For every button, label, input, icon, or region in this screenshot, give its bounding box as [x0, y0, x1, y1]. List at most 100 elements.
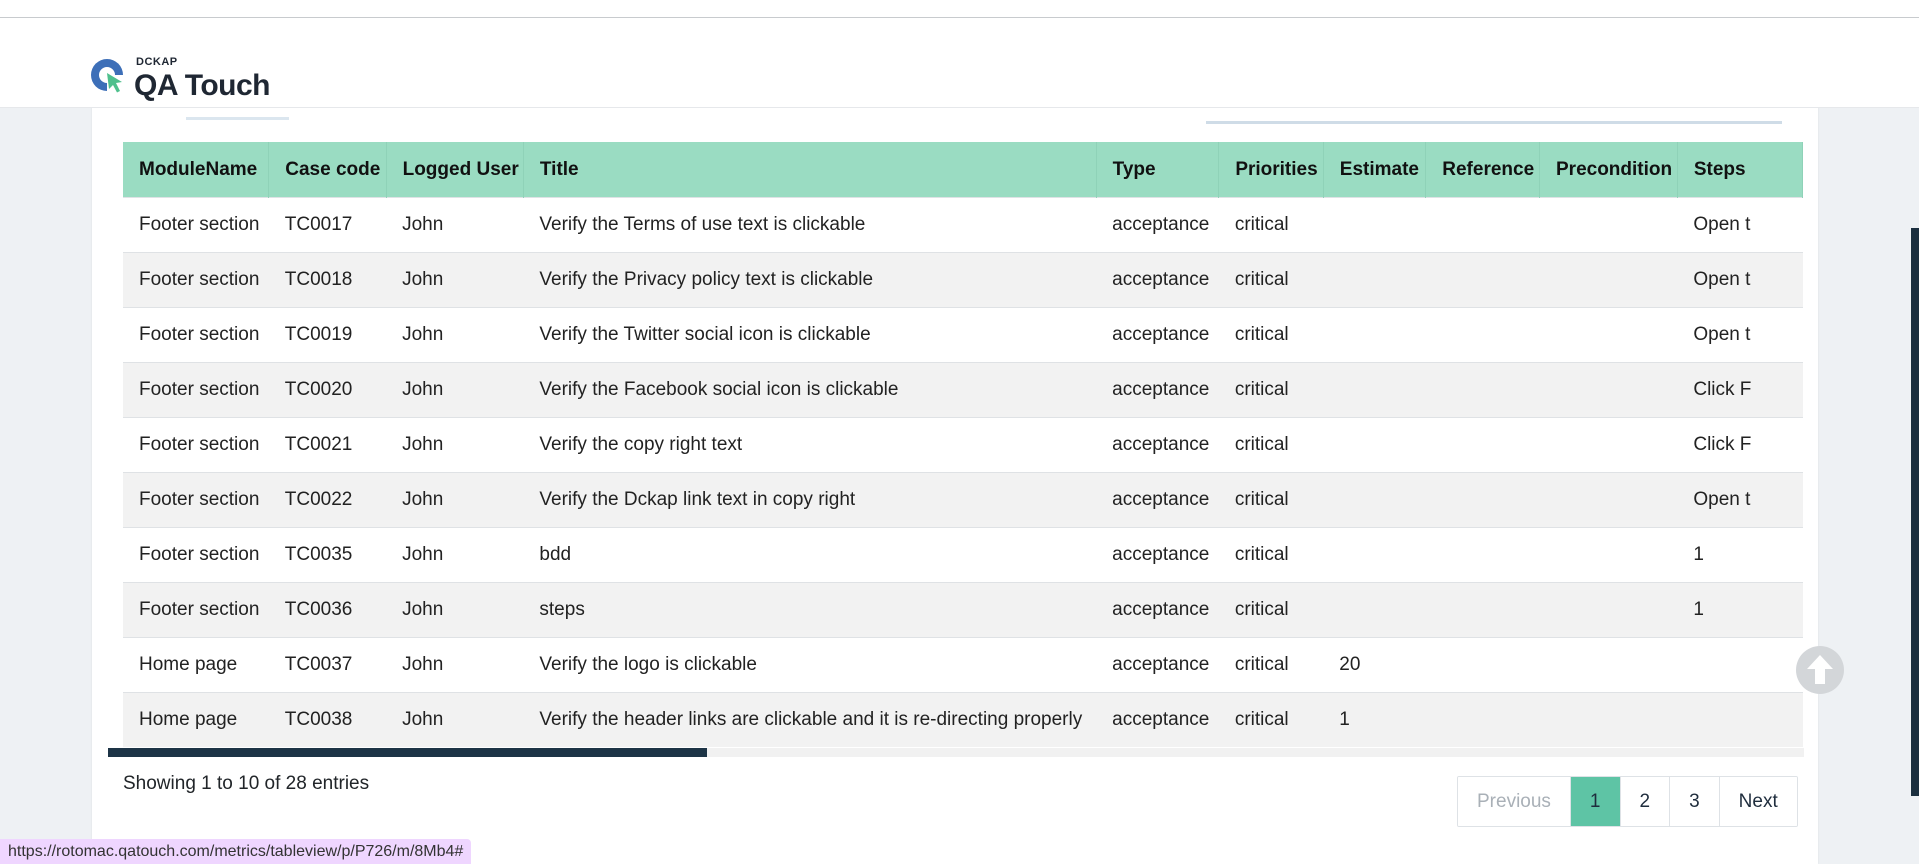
- app-header: DCKAP QA Touch: [0, 18, 1919, 108]
- table-cell: Footer section: [123, 417, 269, 473]
- vertical-scrollbar-thumb[interactable]: [1911, 228, 1919, 796]
- table-cell: John: [386, 637, 524, 693]
- table-cell: TC0019: [268, 307, 387, 363]
- qatouch-logo-icon: [91, 59, 124, 93]
- scroll-to-top-button[interactable]: [1796, 646, 1844, 694]
- table-cell: Footer section: [123, 582, 269, 638]
- table-cell: Verify the Privacy policy text is clicka…: [523, 252, 1097, 308]
- table-cell: Footer section: [123, 197, 269, 253]
- horizontal-scrollbar[interactable]: [108, 748, 1804, 757]
- table-cell: critical: [1218, 472, 1324, 528]
- table-cell: [1323, 472, 1426, 528]
- table-cell: Footer section: [123, 252, 269, 308]
- table-cell: acceptance: [1096, 362, 1219, 418]
- test-case-table: ModuleName Case code Logged User Title T…: [123, 142, 1803, 747]
- table-cell: [1425, 527, 1540, 583]
- table-row[interactable]: Footer section TC0017 John Verify the Terms…: [123, 197, 1803, 253]
- table-row[interactable]: Home page TC0038 John Verify the header lin…: [123, 692, 1803, 747]
- table-cell: 1: [1323, 692, 1426, 747]
- table-row[interactable]: Footer section TC0018 John Verify the Priva…: [123, 252, 1803, 308]
- table-cell: [1539, 252, 1678, 308]
- table-cell: critical: [1218, 582, 1324, 638]
- table-cell: John: [386, 472, 524, 528]
- table-cell: [1425, 472, 1540, 528]
- horizontal-scrollbar-thumb[interactable]: [108, 748, 707, 757]
- active-tab-indicator: [186, 117, 289, 120]
- column-header[interactable]: Reference: [1425, 142, 1540, 198]
- table-cell: TC0018: [268, 252, 387, 308]
- table-cell: [1539, 362, 1678, 418]
- column-header[interactable]: Estimate: [1323, 142, 1427, 198]
- table-cell: Verify the Terms of use text is clickabl…: [523, 197, 1097, 253]
- table-cell: [1323, 582, 1426, 638]
- column-header[interactable]: Priorities: [1218, 142, 1324, 198]
- table-header-row: ModuleName Case code Logged User Title T…: [123, 142, 1803, 198]
- table-cell: [1425, 582, 1540, 638]
- table-cell: 1: [1677, 527, 1803, 583]
- table-cell: critical: [1218, 417, 1324, 473]
- table-cell: John: [386, 527, 524, 583]
- table-row[interactable]: Footer section TC0036 John steps acceptance c…: [123, 582, 1803, 638]
- table-cell: [1539, 197, 1678, 253]
- status-bar-url: https://rotomac.qatouch.com/metrics/tabl…: [0, 839, 472, 864]
- table-cell: [1677, 692, 1803, 747]
- column-header[interactable]: Title: [523, 142, 1097, 198]
- table-cell: Footer section: [123, 472, 269, 528]
- table-row[interactable]: Footer section TC0035 John bdd acceptance cri…: [123, 527, 1803, 583]
- table-cell: [1539, 472, 1678, 528]
- page-2-button[interactable]: 2: [1619, 777, 1670, 826]
- table-cell: TC0035: [268, 527, 387, 583]
- table-cell: [1539, 582, 1678, 638]
- table-cell: Footer section: [123, 307, 269, 363]
- table-cell: John: [386, 582, 524, 638]
- table-cell: Footer section: [123, 362, 269, 418]
- table-cell: acceptance: [1096, 307, 1219, 363]
- table-cell: [1425, 197, 1540, 253]
- table-cell: acceptance: [1096, 637, 1219, 693]
- table-cell: TC0037: [268, 637, 387, 693]
- column-header[interactable]: ModuleName: [123, 142, 270, 198]
- column-header[interactable]: Logged User: [386, 142, 524, 198]
- column-header[interactable]: Steps: [1677, 142, 1803, 198]
- search-field-underline: [1206, 121, 1782, 124]
- table-cell: Verify the Facebook social icon is click…: [523, 362, 1097, 418]
- table-cell: TC0036: [268, 582, 387, 638]
- table-cell: critical: [1218, 527, 1324, 583]
- table-row[interactable]: Footer section TC0022 John Verify the Dckap…: [123, 472, 1803, 528]
- table-cell: [1539, 417, 1678, 473]
- qatouch-logo[interactable]: DCKAP QA Touch: [90, 36, 310, 102]
- table-cell: Verify the header links are clickable an…: [523, 692, 1097, 747]
- table-cell: acceptance: [1096, 252, 1219, 308]
- table-cell: [1323, 307, 1426, 363]
- table-row[interactable]: Footer section TC0020 John Verify the Faceb…: [123, 362, 1803, 418]
- table-cell: [1323, 527, 1426, 583]
- table-cell: Click F: [1677, 417, 1803, 473]
- page-3-button[interactable]: 3: [1669, 777, 1719, 826]
- next-page-button[interactable]: Next: [1718, 777, 1797, 826]
- page-1-button[interactable]: 1: [1569, 777, 1620, 826]
- table-row[interactable]: Footer section TC0019 John Verify the Twitt…: [123, 307, 1803, 363]
- table-cell: critical: [1218, 197, 1324, 253]
- table-cell: [1425, 362, 1540, 418]
- table-cell: critical: [1218, 252, 1324, 308]
- table-cell: [1323, 417, 1426, 473]
- previous-page-button[interactable]: Previous: [1458, 777, 1570, 826]
- table-cell: critical: [1218, 362, 1324, 418]
- column-header[interactable]: Type: [1096, 142, 1220, 198]
- column-header[interactable]: Precondition: [1539, 142, 1678, 198]
- brand-name: QA Touch: [134, 69, 270, 102]
- arrow-up-icon: [1807, 655, 1833, 684]
- table-cell: John: [386, 197, 524, 253]
- test-case-table-wrapper[interactable]: ModuleName Case code Logged User Title T…: [123, 142, 1803, 747]
- table-row[interactable]: Home page TC0037 John Verify the logo is cl…: [123, 637, 1803, 693]
- table-cell: acceptance: [1096, 527, 1219, 583]
- table-cell: critical: [1218, 692, 1324, 747]
- table-cell: [1425, 692, 1540, 747]
- table-cell: Open t: [1677, 472, 1803, 528]
- column-header[interactable]: Case code: [268, 142, 387, 198]
- table-cell: acceptance: [1096, 692, 1219, 747]
- table-cell: 1: [1677, 582, 1803, 638]
- table-cell: acceptance: [1096, 417, 1219, 473]
- table-row[interactable]: Footer section TC0021 John Verify the copy …: [123, 417, 1803, 473]
- table-cell: critical: [1218, 307, 1324, 363]
